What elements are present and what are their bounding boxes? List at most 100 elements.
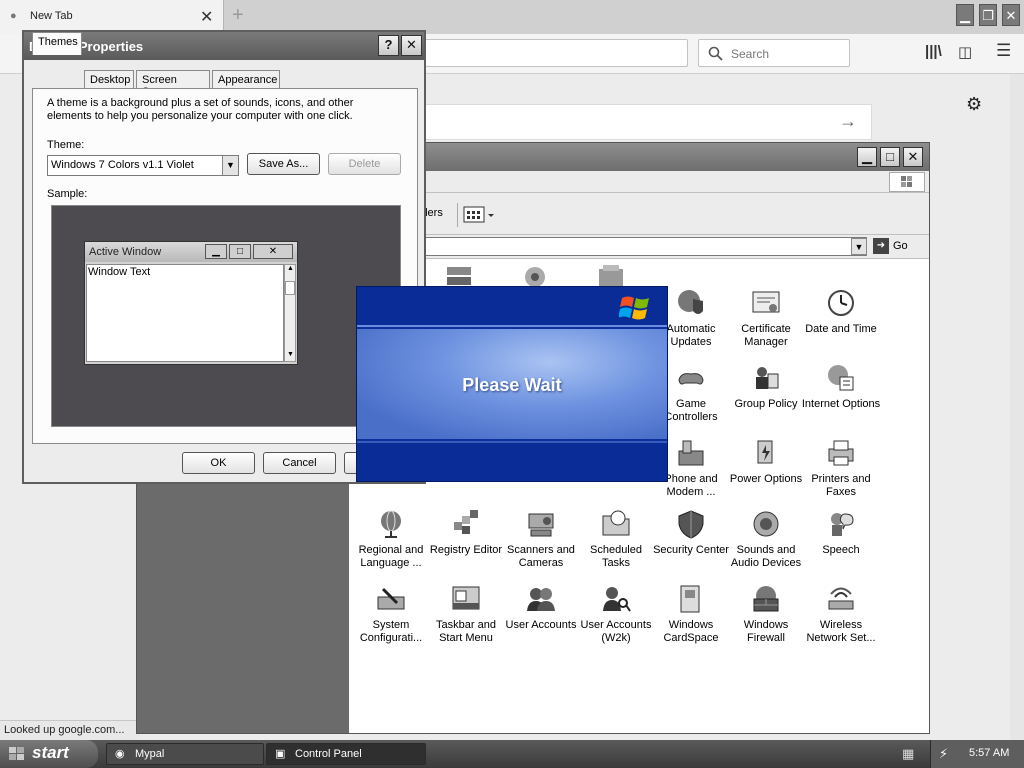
gamepad-icon <box>678 373 704 385</box>
tab-appearance[interactable]: Appearance <box>212 70 280 89</box>
cp-item-internet-options[interactable]: Internet Options <box>801 362 881 411</box>
new-tab-button[interactable]: + <box>232 4 244 27</box>
cp-item-label: Game Controllers <box>664 398 718 423</box>
arrow-right-icon[interactable]: → <box>839 111 857 132</box>
search-placeholder: Search <box>731 47 770 61</box>
please-wait-footer <box>357 441 667 481</box>
save-as-button[interactable]: Save As... <box>247 153 320 175</box>
clock-icon <box>828 290 854 316</box>
scanner-icon <box>528 513 554 537</box>
cp-item-label: Registry Editor <box>429 544 503 556</box>
taskbar-item-label: Mypal <box>135 748 165 760</box>
cp-item-label: User Accounts (W2k) <box>580 619 652 644</box>
url-bar[interactable] <box>410 39 688 67</box>
cp-item-windows-cardspace[interactable]: Windows CardSpace <box>651 583 731 645</box>
please-wait-dialog: Please Wait <box>356 286 668 482</box>
dialog-close-button[interactable]: ✕ <box>401 35 422 56</box>
cp-item-windows-firewall[interactable]: Windows Firewall <box>726 583 806 645</box>
speaker-icon <box>753 511 779 537</box>
cp-item-label: Date and Time <box>805 323 877 335</box>
cp-maximize-button[interactable]: □ <box>880 147 900 167</box>
wireless-icon <box>828 587 854 610</box>
cp-item-label: Windows CardSpace <box>663 619 719 644</box>
cp-item-label: Group Policy <box>734 398 798 410</box>
cp-item-taskbar-and-start-menu[interactable]: Taskbar and Start Menu <box>426 583 506 645</box>
sample-window-title: Active Window <box>89 246 162 258</box>
page-scrollbar[interactable] <box>1010 74 1024 740</box>
cp-item-regional-and-language[interactable]: Regional and Language ... <box>351 508 431 570</box>
taskbar-icon <box>452 586 480 610</box>
cp-item-sounds-and-audio-devices[interactable]: Sounds and Audio Devices <box>726 508 806 570</box>
cancel-button[interactable]: Cancel <box>263 452 336 474</box>
cp-item-label: System Configurati... <box>359 619 423 644</box>
tab-new-tab[interactable]: ● New Tab ✕ <box>0 0 224 34</box>
users-policy-icon <box>756 367 779 389</box>
cp-item-security-center[interactable]: Security Center <box>651 508 731 557</box>
cp-minimize-button[interactable]: ▁ <box>857 147 877 167</box>
cp-item-label: Scanners and Cameras <box>507 544 575 569</box>
windows-flag-icon <box>9 747 24 760</box>
cp-item-scanners-and-cameras[interactable]: Scanners and Cameras <box>501 508 581 570</box>
speech-icon <box>831 513 854 536</box>
scroll-up-icon: ▲ <box>287 265 294 272</box>
cp-item-power-options[interactable]: Power Options <box>726 437 806 486</box>
windows-flag-icon <box>889 172 925 192</box>
keyboard-icon[interactable]: ▦ <box>902 746 914 762</box>
minimize-button[interactable]: ▁ <box>956 4 974 26</box>
close-window-button[interactable]: ✕ <box>1002 4 1020 26</box>
folder-clock-icon <box>602 510 630 536</box>
ok-button[interactable]: OK <box>182 452 255 474</box>
registry-icon <box>454 510 478 534</box>
tab-themes[interactable]: Themes <box>32 32 82 55</box>
library-icon[interactable]: |||\ <box>925 43 942 60</box>
cardspace-icon <box>680 585 700 613</box>
taskbar-item-control-panel[interactable]: ▣ Control Panel <box>266 743 426 765</box>
cp-close-button[interactable]: ✕ <box>903 147 923 167</box>
search-box[interactable]: Search <box>698 39 850 67</box>
cp-item-scheduled-tasks[interactable]: Scheduled Tasks <box>576 508 656 570</box>
cp-item-user-accounts[interactable]: User Accounts <box>501 583 581 632</box>
firewall-icon <box>753 586 779 612</box>
sample-active-window: Active Window ▁ □ ✕ Window Text ▲ ▼ <box>84 241 298 365</box>
address-dropdown[interactable]: ▼ <box>851 238 867 255</box>
theme-select-value: Windows 7 Colors v1.1 Violet <box>51 159 194 171</box>
theme-sample-preview: Active Window ▁ □ ✕ Window Text ▲ ▼ <box>51 205 401 427</box>
menu-icon[interactable]: ☰ <box>996 41 1011 61</box>
cp-item-registry-editor[interactable]: Registry Editor <box>426 508 506 557</box>
sidebar-icon[interactable]: ◫ <box>958 43 972 61</box>
taskbar-item-mypal[interactable]: ◉ Mypal <box>106 743 264 765</box>
restore-button[interactable]: ❐ <box>979 4 997 26</box>
dialog-titlebar[interactable]: Display Properties ? ✕ <box>24 32 424 60</box>
cp-item-user-accounts-w2k[interactable]: User Accounts (W2k) <box>576 583 656 645</box>
cp-item-label: User Accounts <box>505 619 577 631</box>
cp-item-group-policy[interactable]: Group Policy <box>726 362 806 411</box>
chevron-down-icon[interactable]: ▼ <box>222 156 238 175</box>
theme-select[interactable]: Windows 7 Colors v1.1 Violet ▼ <box>47 155 239 176</box>
delete-button[interactable]: Delete <box>328 153 401 175</box>
cp-item-printers-and-faxes[interactable]: Printers and Faxes <box>801 437 881 499</box>
cp-item-wireless-network-set[interactable]: Wireless Network Set... <box>801 583 881 645</box>
cp-item-label: Wireless Network Set... <box>806 619 876 644</box>
network-icon[interactable]: ⚡ <box>939 746 948 762</box>
cp-item-speech[interactable]: Speech <box>801 508 881 557</box>
views-button[interactable] <box>463 205 495 225</box>
go-button[interactable]: ➜ Go <box>873 237 925 257</box>
gear-icon[interactable]: ⚙ <box>966 94 982 115</box>
search-card[interactable]: → <box>410 104 872 140</box>
scroll-down-icon: ▼ <box>287 351 294 358</box>
help-button[interactable]: ? <box>378 35 399 56</box>
tab-screen-saver[interactable]: Screen Saver <box>136 70 210 98</box>
cp-item-label: Taskbar and Start Menu <box>436 619 496 644</box>
tab-desktop[interactable]: Desktop <box>84 70 134 89</box>
cp-item-date-and-time[interactable]: Date and Time <box>801 287 881 336</box>
globe-shield-icon <box>678 290 703 314</box>
clock[interactable]: 5:57 AM <box>969 747 1009 759</box>
tab-close-icon[interactable]: ✕ <box>200 7 213 27</box>
cp-item-certificate-manager[interactable]: Certificate Manager <box>726 287 806 349</box>
toolbar-divider <box>457 203 458 227</box>
tab-title: New Tab <box>30 10 73 22</box>
cp-item-system-configurati[interactable]: System Configurati... <box>351 583 431 645</box>
start-button[interactable]: start <box>0 740 98 768</box>
power-icon <box>757 440 773 464</box>
sample-close-icon: ✕ <box>253 244 293 259</box>
